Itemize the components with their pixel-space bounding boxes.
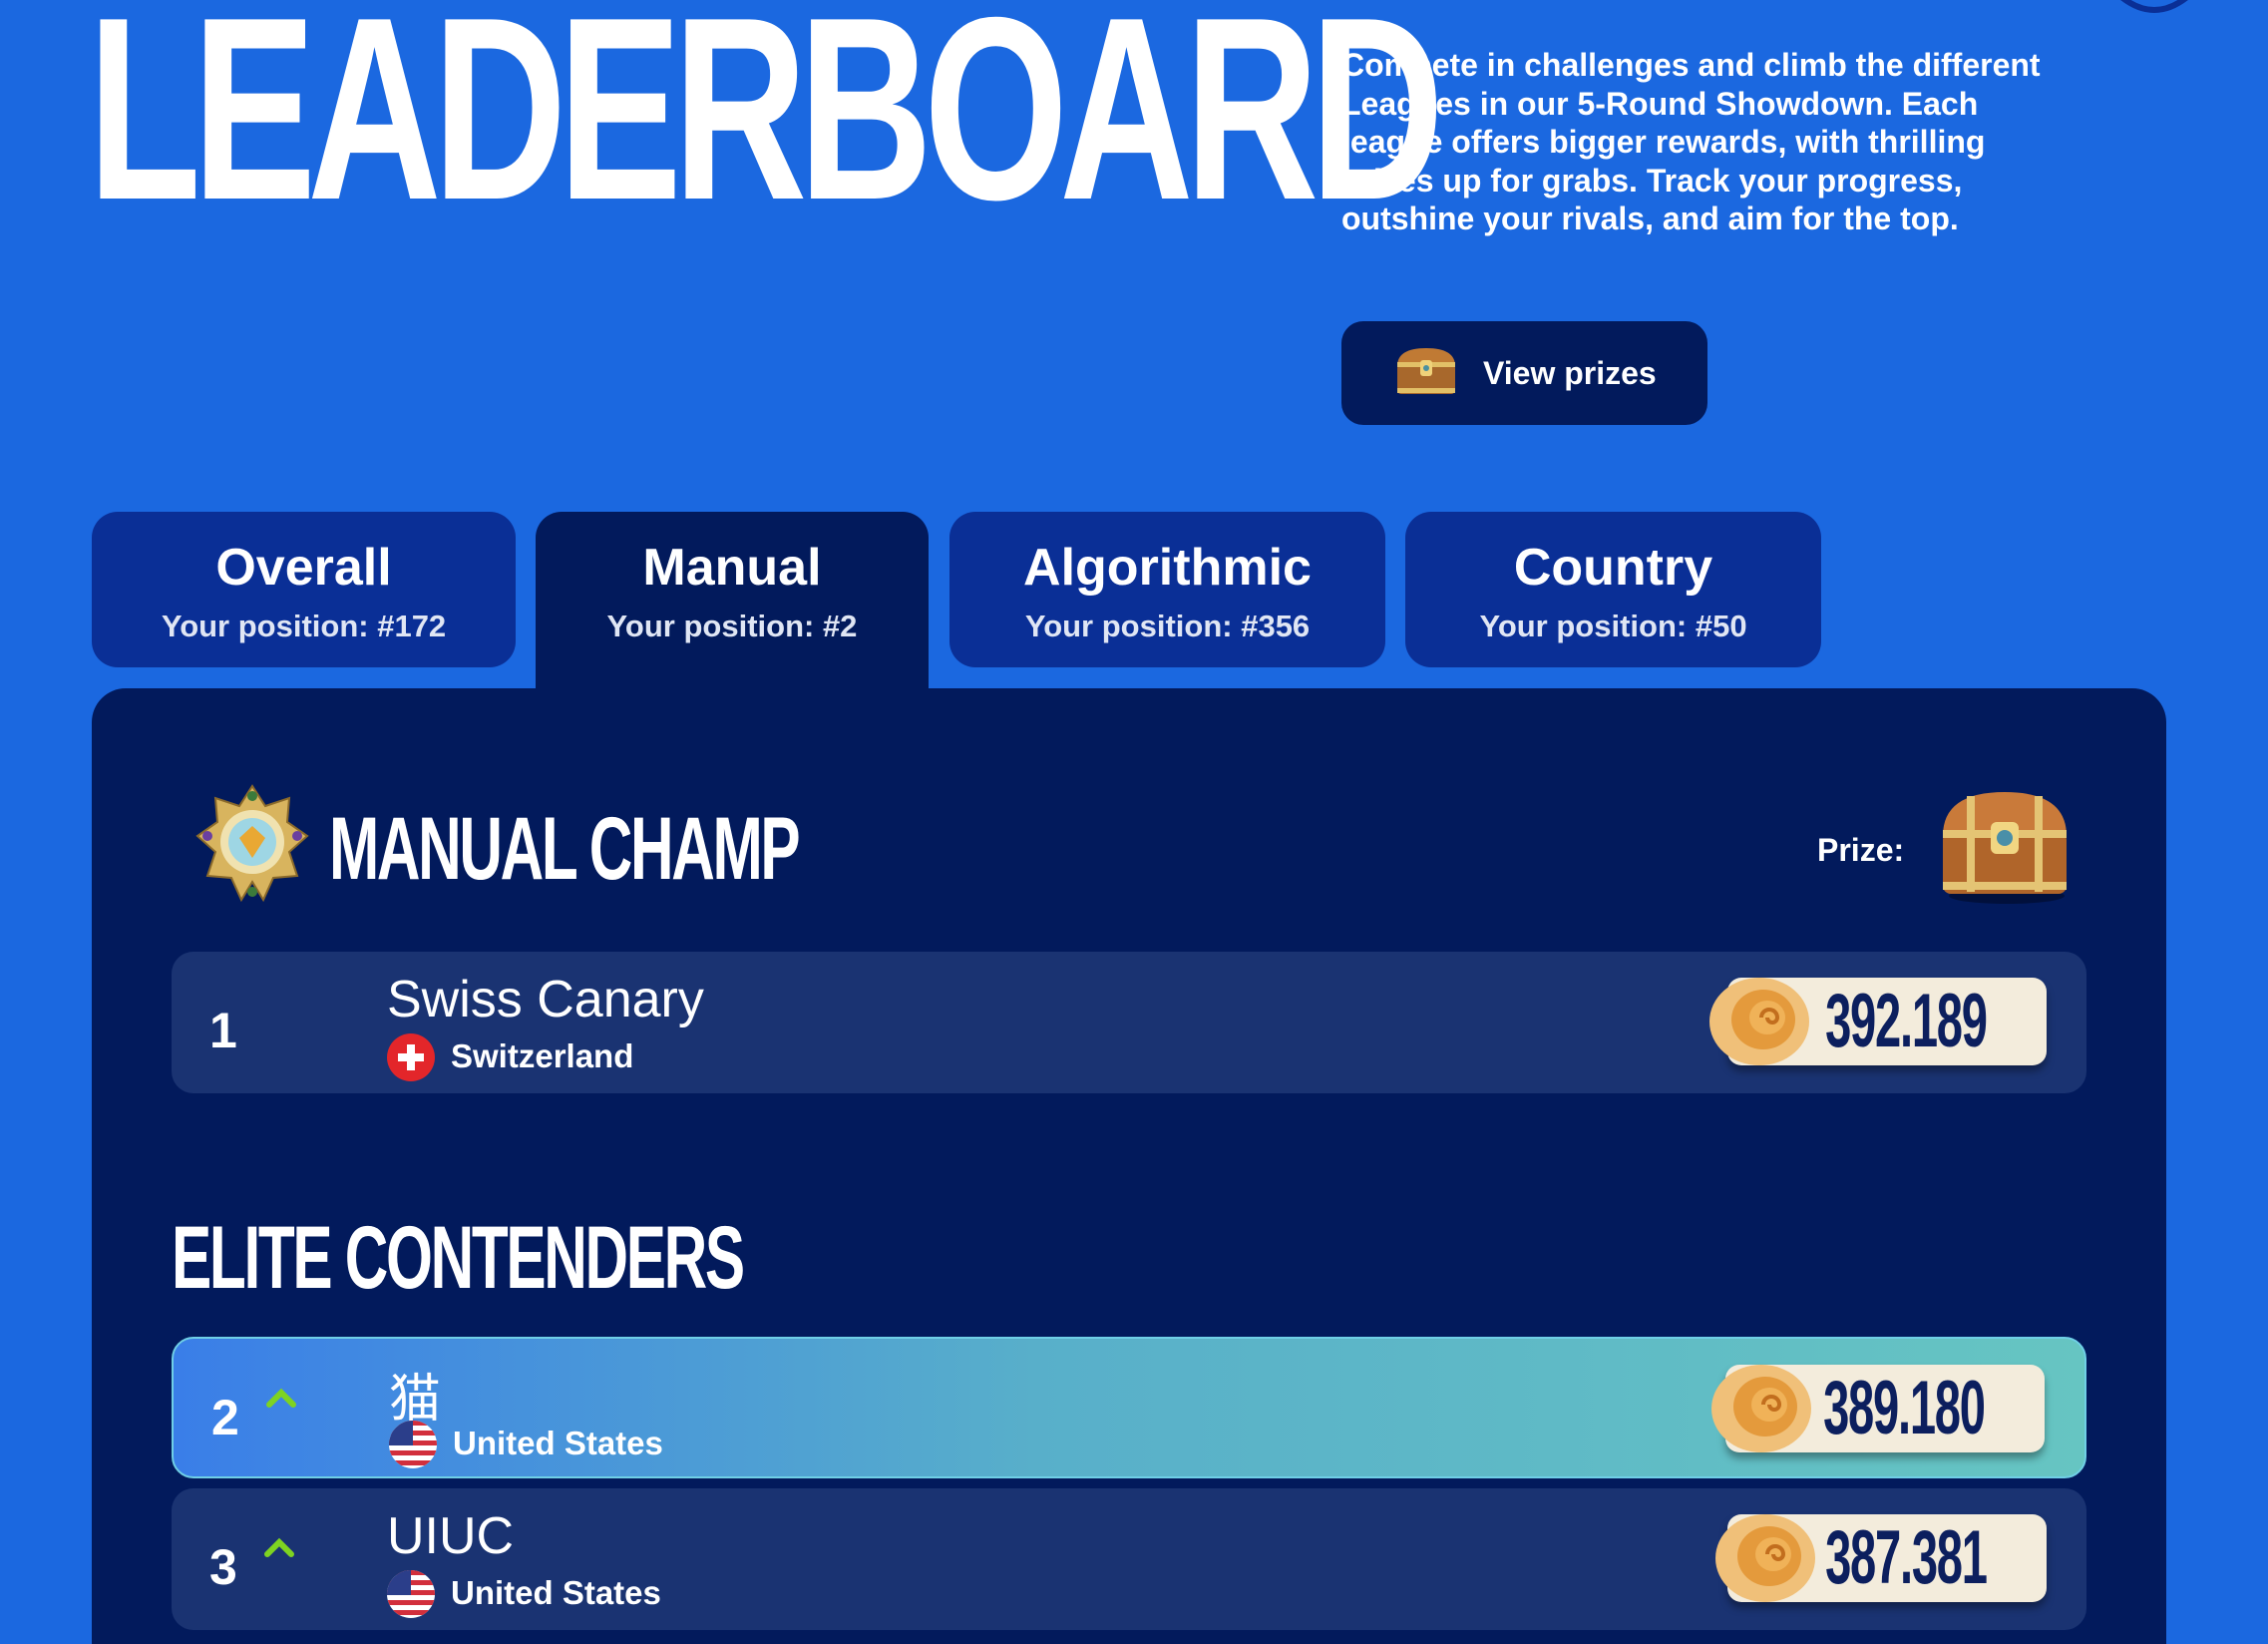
star-medal-icon [193,782,311,911]
tab-position: Your position: #356 [1024,609,1311,644]
intro-description: Compete in challenges and climb the diff… [1341,47,2041,236]
shield-icon [2094,0,2214,27]
united-states-flag-icon [387,1570,435,1618]
leaderboard-row[interactable]: 1 Swiss Canary Switzerland 392.189 [172,952,2086,1093]
switzerland-flag-icon [387,1033,435,1081]
manual-champ-heading: MANUAL CHAMP [329,798,801,899]
score-value: 392.189 [1825,979,1988,1063]
treasure-chest-icon [1393,344,1459,403]
shell-icon [1705,1357,1813,1461]
page-title: LEADERBOARD [88,0,1444,254]
united-states-flag-icon [389,1421,437,1468]
rank-number: 2 [211,1390,239,1445]
leaderboard-row-current-user[interactable]: 2 猫 United States 389.180 [172,1337,2086,1478]
tab-title: Overall [215,539,392,597]
score-value: 389.180 [1823,1366,1986,1450]
shell-icon [1703,970,1811,1074]
view-prizes-label: View prizes [1483,354,1657,391]
rank-number: 1 [209,1003,237,1058]
team-name: UIUC [387,1507,515,1565]
chevron-up-icon [261,1534,297,1563]
chevron-up-icon [263,1385,299,1414]
tab-overall[interactable]: Overall Your position: #172 [92,512,516,667]
tab-manual[interactable]: Manual Your position: #2 [536,512,929,691]
tab-title: Country [1513,539,1713,597]
tab-position: Your position: #50 [1479,609,1747,644]
team-name: Swiss Canary [387,971,704,1028]
shell-icon [1709,1506,1817,1611]
country-name: United States [453,1425,663,1461]
tab-title: Algorithmic [1023,539,1312,597]
elite-contenders-heading: ELITE CONTENDERS [172,1207,745,1308]
country-name: United States [451,1574,661,1611]
leaderboard-row[interactable]: 3 UIUC United States 387.381 [172,1488,2086,1630]
treasure-chest-icon [1935,782,2077,911]
tab-algorithmic[interactable]: Algorithmic Your position: #356 [949,512,1385,667]
rank-number: 3 [209,1539,237,1595]
tab-title: Manual [642,539,822,597]
tab-position: Your position: #2 [606,609,858,644]
view-prizes-button[interactable]: View prizes [1341,321,1707,425]
prize-label: Prize: [1817,832,1905,868]
country-name: Switzerland [451,1037,634,1074]
score-value: 387.381 [1825,1515,1988,1600]
tab-country[interactable]: Country Your position: #50 [1405,512,1821,667]
tab-position: Your position: #172 [161,609,447,644]
